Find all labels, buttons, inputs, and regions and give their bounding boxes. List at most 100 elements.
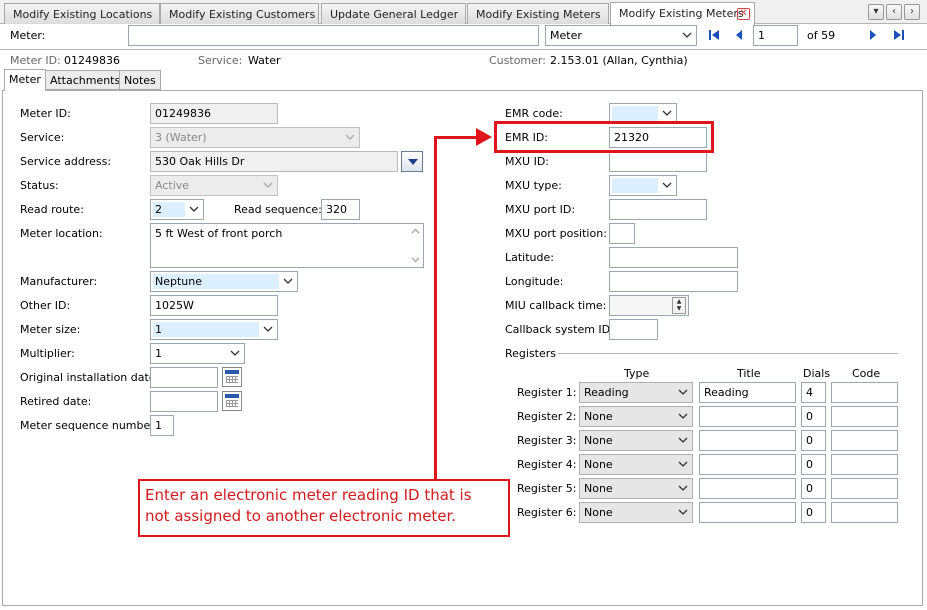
- register-dials-field[interactable]: 0: [801, 478, 826, 499]
- register-code-field[interactable]: [831, 478, 898, 499]
- scroll-down-icon[interactable]: [411, 257, 420, 263]
- multiplier-select[interactable]: 1: [150, 343, 245, 364]
- service-address-field[interactable]: 530 Oak Hills Dr: [150, 151, 398, 172]
- next-record-icon[interactable]: [867, 28, 879, 42]
- tab-scroll-right-icon[interactable]: ›: [904, 4, 920, 20]
- status-select[interactable]: Active: [150, 175, 278, 196]
- register-title-field[interactable]: [699, 502, 796, 523]
- summary-service-label: Service:: [198, 54, 243, 67]
- meter-id-field[interactable]: 01249836: [150, 103, 278, 124]
- other-id-field[interactable]: 1025W: [150, 295, 278, 316]
- meter-sequence-number-field[interactable]: 1: [150, 415, 174, 436]
- tab-meter[interactable]: Meter: [4, 69, 46, 91]
- register-title-field[interactable]: Reading: [699, 382, 796, 403]
- doc-tab-general-ledger[interactable]: Update General Ledger: [321, 3, 466, 24]
- register-dials-field[interactable]: 4: [801, 382, 826, 403]
- doc-tab-meters-1[interactable]: Modify Existing Meters: [467, 3, 609, 24]
- calendar-icon[interactable]: [222, 367, 242, 387]
- register-title-field[interactable]: [699, 406, 796, 427]
- selection-highlight: [153, 322, 259, 337]
- original-installation-date-label: Original installation date:: [20, 371, 160, 384]
- manufacturer-select[interactable]: Neptune: [150, 271, 298, 292]
- arrow-right-icon: [476, 128, 492, 146]
- service-address-dropdown-icon[interactable]: [401, 151, 423, 172]
- doc-tab-label: Modify Existing Meters: [619, 7, 744, 20]
- chevron-down-icon: [345, 134, 355, 140]
- previous-record-icon[interactable]: [733, 28, 745, 42]
- calendar-icon[interactable]: [222, 391, 242, 411]
- chevron-down-icon: [678, 437, 688, 443]
- mxu-port-position-field[interactable]: [609, 223, 635, 244]
- read-sequence-field[interactable]: 320: [321, 199, 360, 220]
- register-code-field[interactable]: [831, 454, 898, 475]
- last-record-icon[interactable]: [892, 28, 906, 42]
- selection-highlight: [612, 178, 658, 193]
- register-type-select[interactable]: None: [579, 430, 693, 451]
- register-dials-field[interactable]: 0: [801, 454, 826, 475]
- doc-tab-meters-active[interactable]: Modify Existing Meters ✕: [610, 2, 755, 25]
- callback-system-id-field[interactable]: [609, 319, 658, 340]
- register-title-field[interactable]: [699, 430, 796, 451]
- meter-id-label: Meter ID:: [20, 107, 71, 120]
- latitude-field[interactable]: [609, 247, 738, 268]
- register-title-field[interactable]: [699, 478, 796, 499]
- register-label: Register 2:: [517, 410, 577, 423]
- other-id-label: Other ID:: [20, 299, 71, 312]
- meter-search-input[interactable]: [128, 25, 539, 46]
- register-code-field[interactable]: [831, 406, 898, 427]
- register-code-field[interactable]: [831, 430, 898, 451]
- tab-attachments[interactable]: Attachments: [45, 70, 126, 90]
- doc-tab-locations[interactable]: Modify Existing Locations: [4, 3, 160, 24]
- read-route-value: 2: [155, 203, 162, 216]
- tab-scroll-left-icon[interactable]: ‹: [886, 4, 902, 20]
- register-code-field[interactable]: [831, 382, 898, 403]
- register-title-field[interactable]: [699, 454, 796, 475]
- register-code-field[interactable]: [831, 502, 898, 523]
- register-label: Register 1:: [517, 386, 577, 399]
- mxu-type-select[interactable]: [609, 175, 677, 196]
- scroll-up-icon[interactable]: [411, 228, 420, 234]
- mxu-type-label: MXU type:: [505, 179, 562, 192]
- original-installation-date-field[interactable]: [150, 367, 218, 388]
- chevron-down-icon: [662, 110, 672, 116]
- miu-callback-time-label: MIU callback time:: [505, 299, 607, 312]
- tab-list-dropdown-icon[interactable]: ▾: [868, 4, 884, 20]
- first-record-icon[interactable]: [707, 28, 721, 42]
- chevron-down-icon: [678, 461, 688, 467]
- chevron-down-icon: [662, 182, 672, 188]
- tab-notes[interactable]: Notes: [119, 70, 161, 90]
- annotation-callout: Enter an electronic meter reading ID tha…: [138, 479, 510, 537]
- retired-date-field[interactable]: [150, 391, 218, 412]
- meter-location-textarea[interactable]: 5 ft West of front porch: [150, 223, 424, 268]
- register-type-select[interactable]: None: [579, 406, 693, 427]
- service-value: 3 (Water): [155, 131, 207, 144]
- registers-divider: [558, 353, 898, 354]
- time-spinner-icon[interactable]: ▲ ▼: [672, 297, 686, 314]
- meter-size-value: 1: [155, 323, 162, 336]
- read-route-select[interactable]: 2: [150, 199, 204, 220]
- registers-col-code: Code: [852, 367, 881, 380]
- service-select[interactable]: 3 (Water): [150, 127, 360, 148]
- register-type-select[interactable]: None: [579, 454, 693, 475]
- meter-size-select[interactable]: 1: [150, 319, 278, 340]
- mxu-id-field[interactable]: [609, 151, 707, 172]
- register-type-select[interactable]: None: [579, 502, 693, 523]
- doc-tab-label: Update General Ledger: [330, 8, 459, 21]
- chevron-down-icon: [678, 389, 688, 395]
- register-dials-field[interactable]: 0: [801, 430, 826, 451]
- page-number-input[interactable]: 1: [753, 25, 798, 46]
- search-type-select[interactable]: Meter: [545, 25, 697, 46]
- chevron-down-icon: [230, 350, 240, 356]
- register-type-select[interactable]: None: [579, 478, 693, 499]
- register-dials-field[interactable]: 0: [801, 406, 826, 427]
- doc-tab-customers[interactable]: Modify Existing Customers: [160, 3, 319, 24]
- callout-line-1: Enter an electronic meter reading ID tha…: [145, 486, 472, 504]
- register-type-select[interactable]: Reading: [579, 382, 693, 403]
- register-label: Register 6:: [517, 506, 577, 519]
- longitude-label: Longitude:: [505, 275, 564, 288]
- longitude-field[interactable]: [609, 271, 738, 292]
- register-dials-field[interactable]: 0: [801, 502, 826, 523]
- close-tab-icon[interactable]: ✕: [737, 8, 750, 20]
- meter-location-value: 5 ft West of front porch: [155, 227, 283, 240]
- mxu-port-id-field[interactable]: [609, 199, 707, 220]
